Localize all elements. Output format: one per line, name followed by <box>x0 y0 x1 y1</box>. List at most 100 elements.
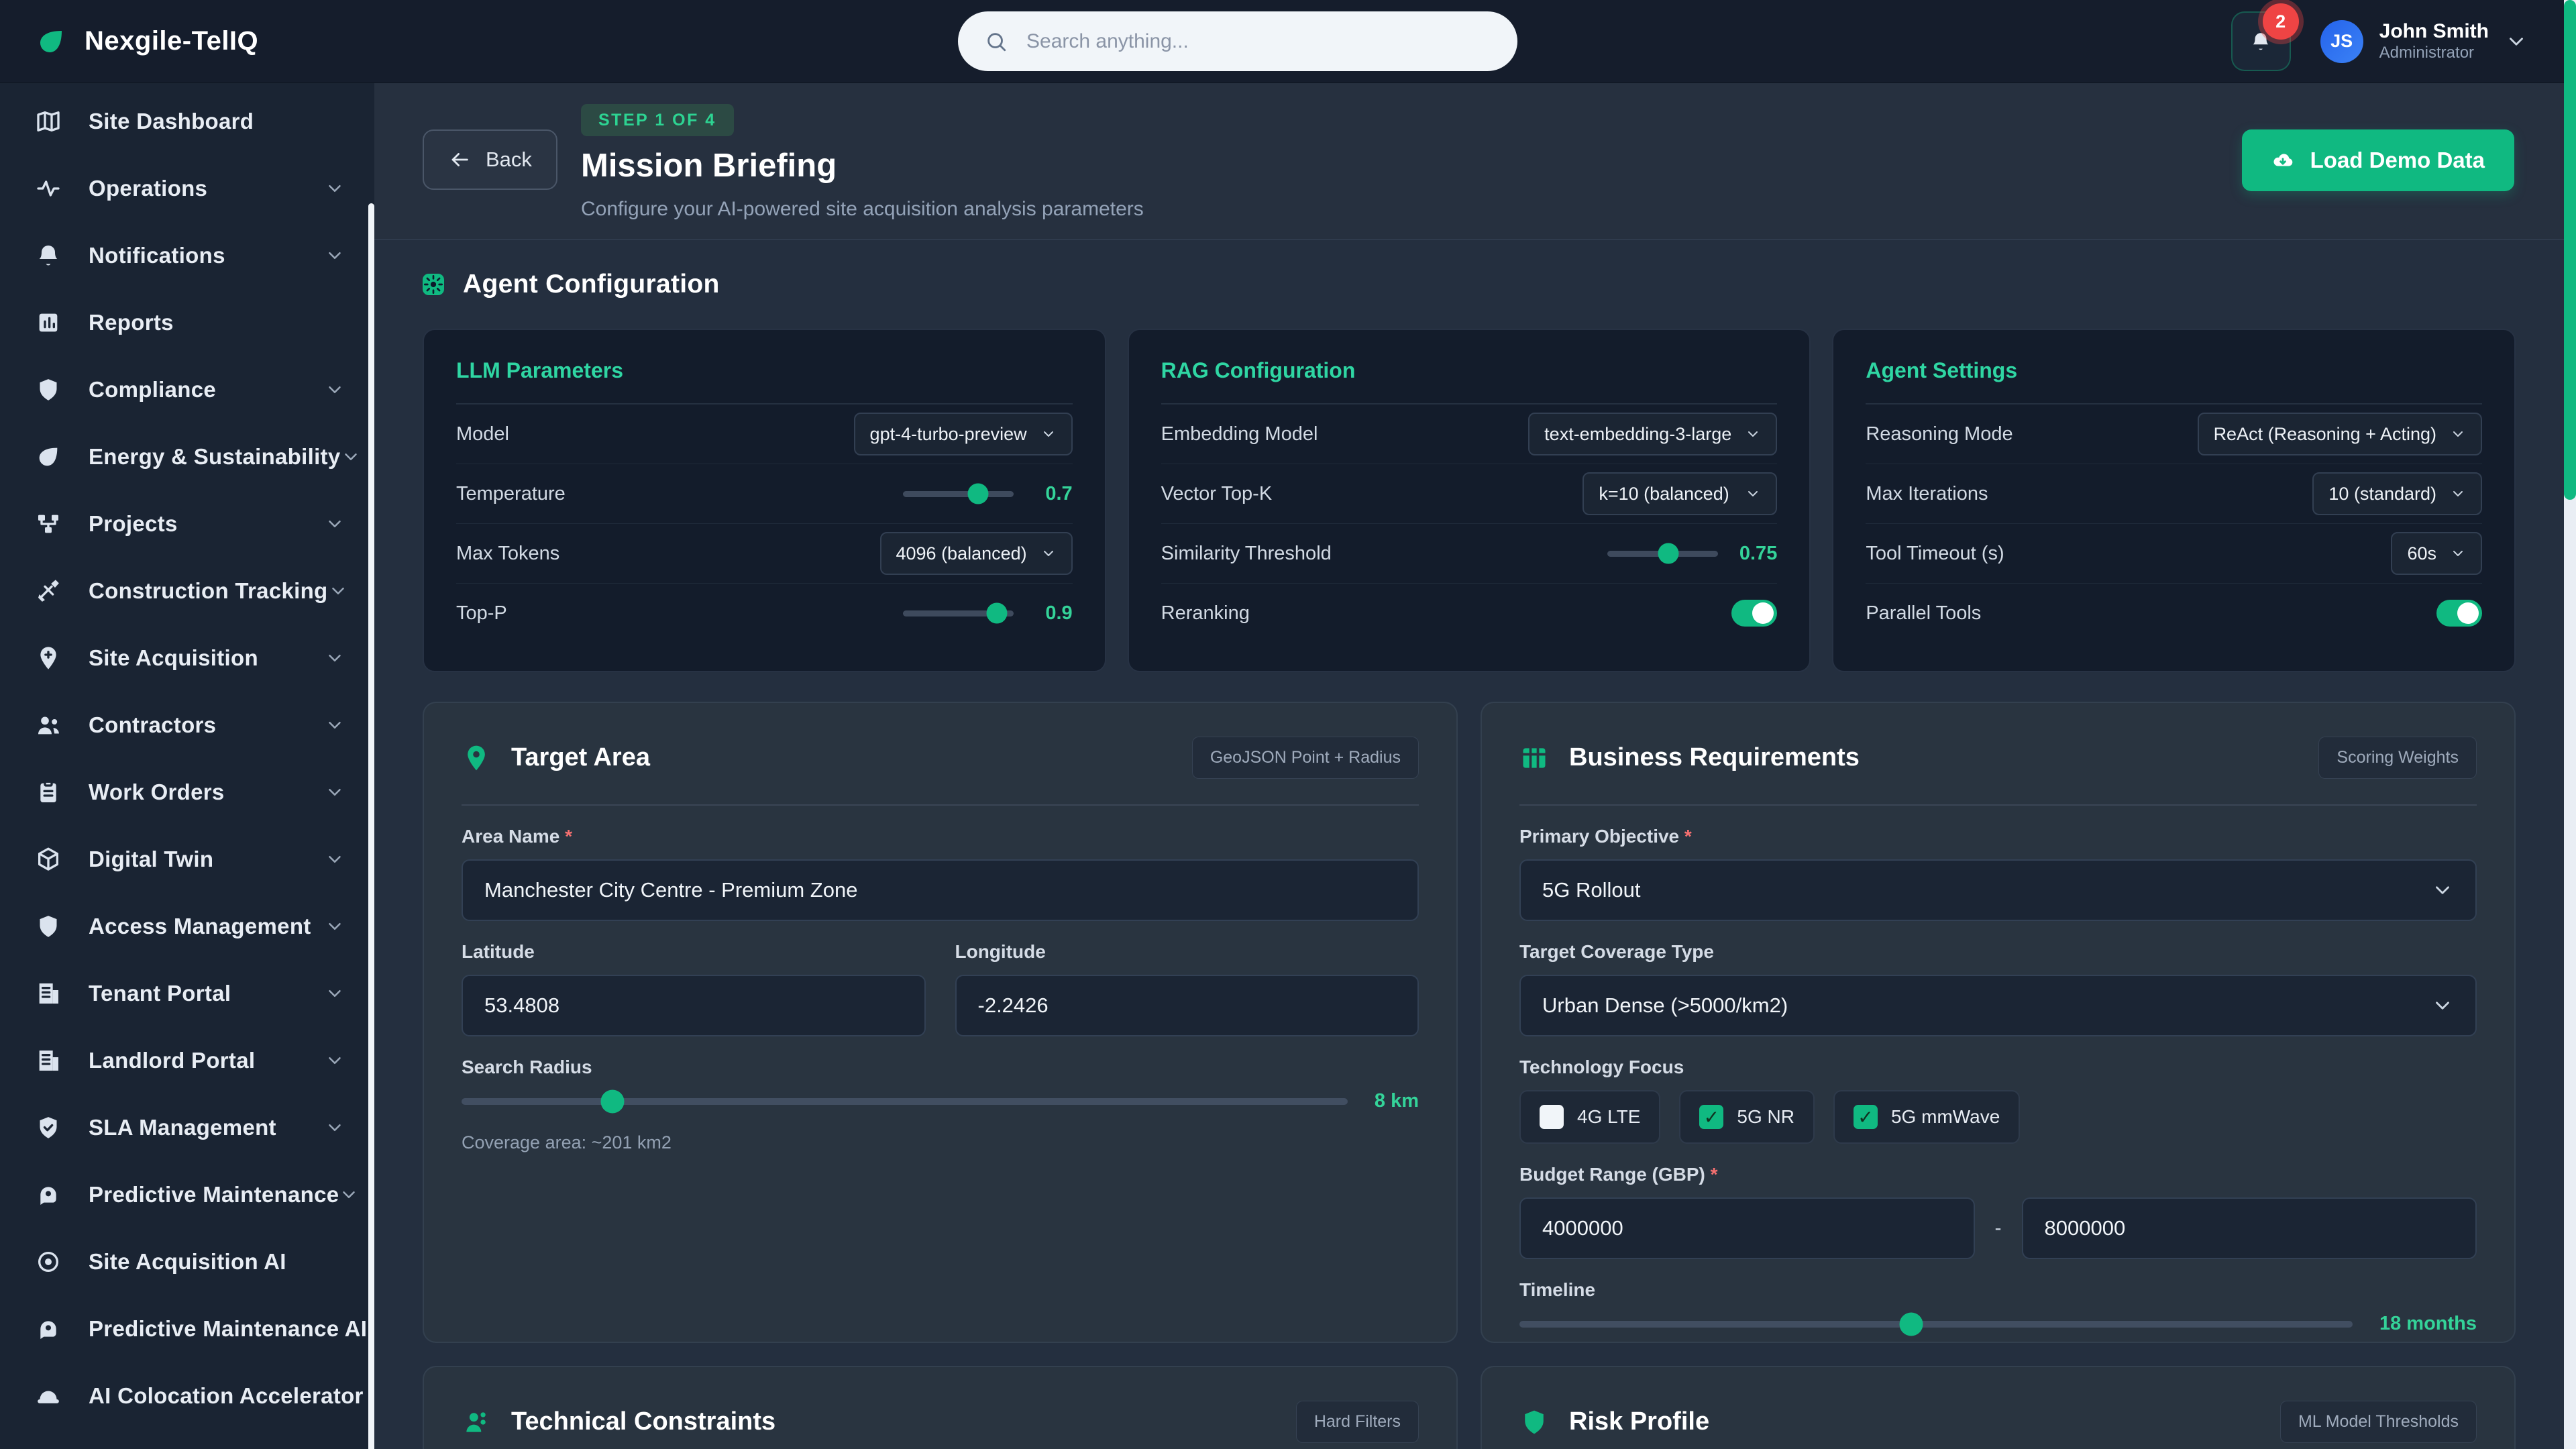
chevron-down-icon <box>325 514 345 534</box>
technical-constraints-title: Technical Constraints <box>511 1407 775 1436</box>
technical-constraints-card: Technical Constraints Hard Filters <box>423 1366 1458 1449</box>
user-menu[interactable]: JS John Smith Administrator <box>2320 20 2528 63</box>
sidebar-item-public-portal[interactable]: Public Portal <box>0 1430 374 1449</box>
unchecked-checkbox[interactable] <box>1540 1105 1564 1129</box>
embedding-model-select[interactable]: text-embedding-3-large <box>1528 413 1777 455</box>
slider-thumb[interactable] <box>1658 543 1679 564</box>
sidebar-item-label: Reports <box>89 310 174 335</box>
config-row-reranking: Reranking <box>1161 584 1778 643</box>
sidebar-item-label: Compliance <box>89 377 216 402</box>
vector-top-k-select[interactable]: k=10 (balanced) <box>1582 472 1777 515</box>
sidebar-item-tenant-portal[interactable]: Tenant Portal <box>0 960 374 1027</box>
timeline-slider[interactable] <box>1519 1321 2353 1328</box>
bar-chart-icon <box>35 309 62 336</box>
robot-head-icon <box>35 1181 62 1208</box>
search-radius-slider-thumb[interactable] <box>600 1089 624 1113</box>
temperature-slider[interactable] <box>903 491 1014 497</box>
coverage-type-label: Target Coverage Type <box>1519 941 2477 963</box>
config-card-title: LLM Parameters <box>456 358 1073 405</box>
toggle-knob <box>1752 602 1774 624</box>
target-area-header: Target Area GeoJSON Point + Radius <box>462 737 1419 779</box>
top-p-slider[interactable] <box>903 610 1014 616</box>
risk-profile-title: Risk Profile <box>1569 1407 1709 1436</box>
business-requirements-title: Business Requirements <box>1569 743 1860 772</box>
checked-checkbox[interactable]: ✓ <box>1854 1105 1878 1129</box>
tech-option-4g-lte[interactable]: 4G LTE <box>1519 1090 1660 1144</box>
search-radius-slider[interactable] <box>462 1098 1348 1105</box>
sidebar-item-label: Site Acquisition AI <box>89 1249 286 1275</box>
timeline-slider-thumb[interactable] <box>1899 1312 1923 1336</box>
max-tokens-select[interactable]: 4096 (balanced) <box>880 532 1073 575</box>
back-button[interactable]: Back <box>423 129 557 190</box>
sidebar-item-predictive-maintenance[interactable]: Predictive Maintenance <box>0 1161 374 1228</box>
config-row-label: Reranking <box>1161 602 1250 625</box>
tool-timeout-s-select[interactable]: 60s <box>2391 532 2482 575</box>
search-input[interactable] <box>1025 30 1491 54</box>
config-row-tool-timeout-s: Tool Timeout (s)60s <box>1866 524 2482 584</box>
coverage-type-select[interactable]: Urban Dense (>5000/km2) <box>1519 975 2477 1036</box>
reranking-toggle[interactable] <box>1731 600 1777 627</box>
latitude-input[interactable] <box>462 975 926 1036</box>
top-header: Nexgile-TelIQ 2 JS John Smith Administra… <box>0 0 2576 83</box>
box-3d-icon <box>35 846 62 873</box>
config-row-top-p: Top-P0.9 <box>456 584 1073 643</box>
sidebar-item-work-orders[interactable]: Work Orders <box>0 759 374 826</box>
sidebar-item-contractors[interactable]: Contractors <box>0 692 374 759</box>
sidebar-item-site-dashboard[interactable]: Site Dashboard <box>0 88 374 155</box>
page-scrollbar[interactable] <box>2564 0 2576 1449</box>
budget-max-input[interactable] <box>2022 1197 2477 1259</box>
sidebar-scrollbar[interactable] <box>368 203 374 1449</box>
budget-separator: - <box>1995 1217 2002 1240</box>
notifications-button[interactable]: 2 <box>2231 11 2291 71</box>
clipboard-icon <box>35 779 62 806</box>
max-iterations-select[interactable]: 10 (standard) <box>2312 472 2482 515</box>
slider-thumb[interactable] <box>986 603 1007 624</box>
page-content: Agent Configuration LLM ParametersModelg… <box>374 240 2564 1449</box>
select-value: ReAct (Reasoning + Acting) <box>2214 424 2436 445</box>
sidebar-item-projects[interactable]: Projects <box>0 490 374 557</box>
shield-check-icon <box>35 1114 62 1141</box>
sidebar-item-site-acquisition[interactable]: Site Acquisition <box>0 625 374 692</box>
model-select[interactable]: gpt-4-turbo-preview <box>854 413 1073 455</box>
search-radius-row: 8 km <box>462 1090 1419 1112</box>
sidebar-item-access-management[interactable]: Access Management <box>0 893 374 960</box>
sidebar-item-reports[interactable]: Reports <box>0 289 374 356</box>
load-demo-data-button[interactable]: Load Demo Data <box>2242 129 2514 191</box>
tech-option-5g-nr[interactable]: ✓5G NR <box>1679 1090 1815 1144</box>
primary-objective-select[interactable]: 5G Rollout <box>1519 859 2477 921</box>
sidebar-item-site-acquisition-ai[interactable]: Site Acquisition AI <box>0 1228 374 1295</box>
longitude-input[interactable] <box>955 975 1419 1036</box>
sidebar-item-digital-twin[interactable]: Digital Twin <box>0 826 374 893</box>
chevron-down-icon <box>1745 426 1761 442</box>
back-button-label: Back <box>486 148 532 172</box>
parallel-tools-toggle[interactable] <box>2436 600 2482 627</box>
sidebar-item-landlord-portal[interactable]: Landlord Portal <box>0 1027 374 1094</box>
building-icon <box>35 980 62 1007</box>
global-search[interactable] <box>958 11 1517 71</box>
sidebar-item-construction-tracking[interactable]: Construction Tracking <box>0 557 374 625</box>
shield-icon <box>35 913 62 940</box>
config-row-label: Reasoning Mode <box>1866 423 2012 445</box>
select-value: 4096 (balanced) <box>896 543 1027 564</box>
page-scrollbar-thumb[interactable] <box>2564 0 2576 500</box>
sidebar-item-label: Work Orders <box>89 780 225 805</box>
sidebar-item-notifications[interactable]: Notifications <box>0 222 374 289</box>
sidebar-item-energy-sustainability[interactable]: Energy & Sustainability <box>0 423 374 490</box>
sidebar-item-ai-colocation-accelerator[interactable]: AI Colocation Accelerator <box>0 1362 374 1430</box>
checked-checkbox[interactable]: ✓ <box>1699 1105 1723 1129</box>
config-row-max-tokens: Max Tokens4096 (balanced) <box>456 524 1073 584</box>
config-card-title: RAG Configuration <box>1161 358 1778 405</box>
sidebar-item-label: Projects <box>89 511 178 537</box>
sidebar-item-predictive-maintenance-ai[interactable]: Predictive Maintenance AI <box>0 1295 374 1362</box>
sidebar-item-sla-management[interactable]: SLA Management <box>0 1094 374 1161</box>
sidebar-item-compliance[interactable]: Compliance <box>0 356 374 423</box>
area-name-input[interactable] <box>462 859 1419 921</box>
slider-thumb[interactable] <box>967 484 988 504</box>
select-value: 60s <box>2407 543 2436 564</box>
sidebar-item-operations[interactable]: Operations <box>0 155 374 222</box>
budget-min-input[interactable] <box>1519 1197 1975 1259</box>
similarity-threshold-slider[interactable] <box>1607 551 1718 557</box>
tech-option-5g-mmwave[interactable]: ✓5G mmWave <box>1833 1090 2020 1144</box>
business-requirements-card: Business Requirements Scoring Weights Pr… <box>1481 702 2516 1343</box>
reasoning-mode-select[interactable]: ReAct (Reasoning + Acting) <box>2198 413 2482 455</box>
